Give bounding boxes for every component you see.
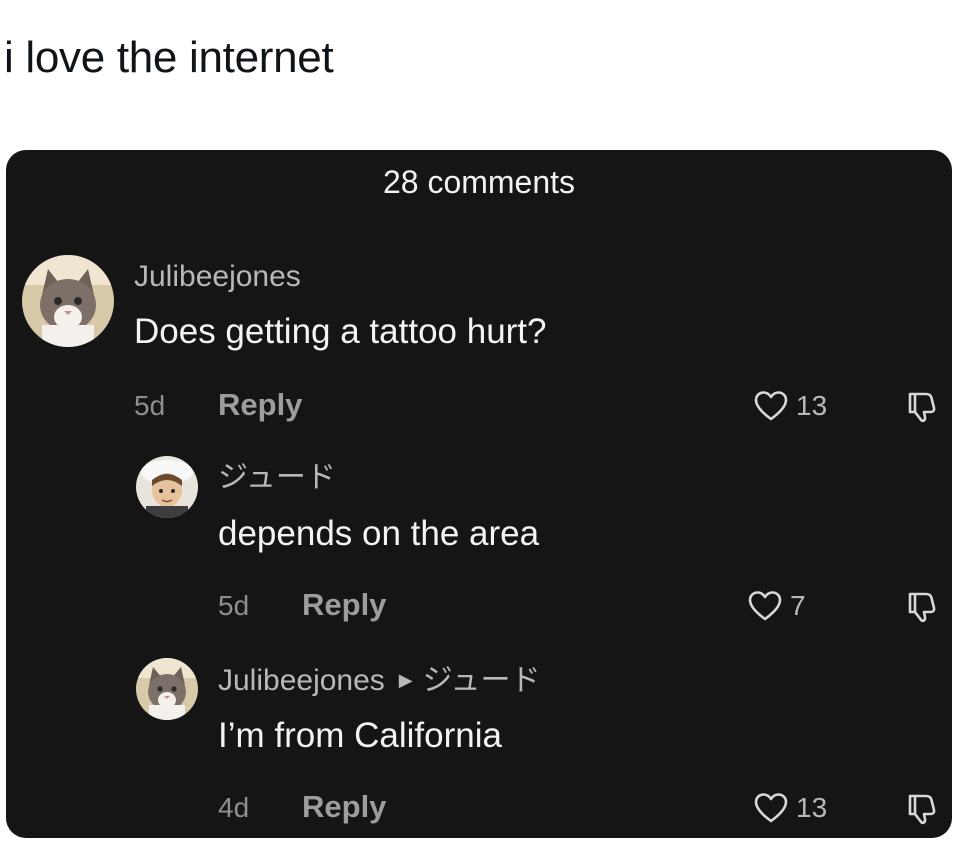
heart-icon: [754, 391, 788, 421]
comments-count-header: 28 comments: [382, 164, 576, 200]
reply-button[interactable]: Reply: [218, 387, 302, 423]
like-count: 7: [790, 590, 806, 621]
comment-timestamp: 5d: [134, 390, 166, 421]
like-button[interactable]: 13: [754, 790, 827, 826]
comment-username[interactable]: Julibeejones: [134, 259, 301, 295]
reply-button[interactable]: Reply: [302, 587, 386, 623]
comment-text: I’m from California: [218, 716, 502, 755]
avatar[interactable]: [136, 658, 198, 720]
cat-avatar-icon: [136, 658, 198, 720]
like-button[interactable]: 7: [748, 588, 806, 624]
comment-timestamp: 4d: [218, 792, 250, 823]
reply-arrow-icon: ▶: [398, 670, 413, 690]
dislike-button[interactable]: [904, 588, 940, 624]
comment-text: depends on the area: [218, 514, 540, 553]
like-count: 13: [796, 792, 828, 823]
anime-character-avatar-icon: [136, 456, 198, 518]
heart-icon: [754, 793, 788, 823]
avatar[interactable]: [136, 456, 198, 518]
comment-text: Does getting a tattoo hurt?: [134, 312, 547, 351]
comment-username[interactable]: Julibeejones ▶ ジュード: [218, 662, 541, 699]
comment-username[interactable]: ジュード: [218, 460, 336, 496]
dislike-button[interactable]: [904, 388, 940, 424]
reply-button[interactable]: Reply: [302, 789, 386, 825]
avatar[interactable]: [22, 255, 114, 347]
post-text: i love the internet: [4, 33, 334, 82]
comments-panel: 28 comments Julibeejones Does getting a …: [6, 150, 952, 838]
thumbs-down-icon: [908, 592, 936, 623]
comment-author[interactable]: Julibeejones: [218, 664, 385, 697]
dislike-button[interactable]: [904, 790, 940, 826]
comment-timestamp: 5d: [218, 590, 250, 621]
replied-to-username[interactable]: ジュード: [423, 664, 541, 697]
thumbs-down-icon: [908, 794, 936, 825]
heart-icon: [748, 591, 782, 621]
like-count: 13: [796, 390, 828, 421]
thumbs-down-icon: [908, 392, 936, 423]
like-button[interactable]: 13: [754, 388, 827, 424]
cat-avatar-icon: [22, 255, 114, 347]
